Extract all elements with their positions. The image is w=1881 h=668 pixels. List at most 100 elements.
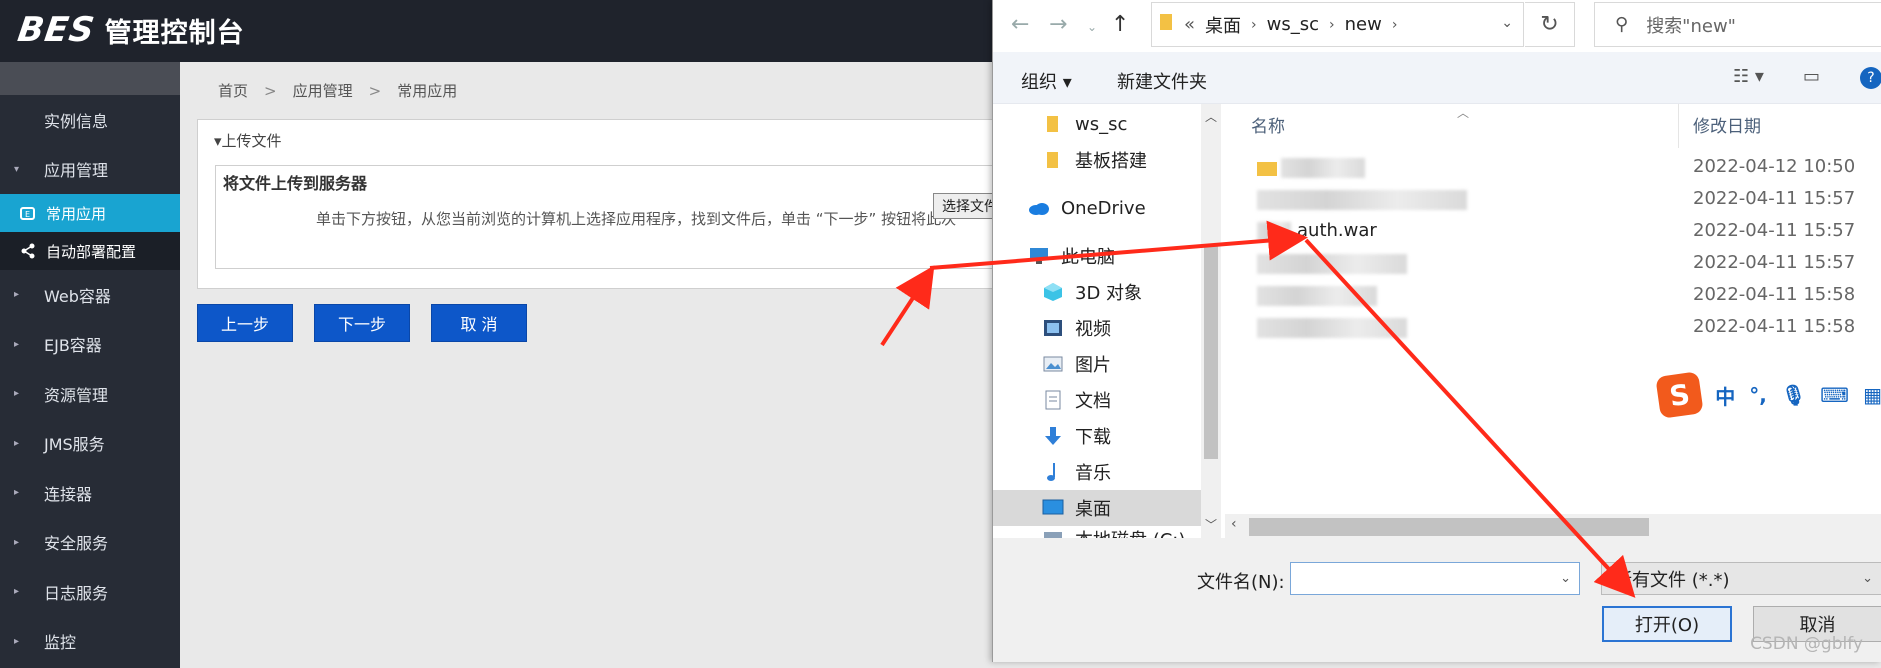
sidebar-item-label: 常用应用 (46, 204, 107, 223)
tree-scrollbar-thumb[interactable] (1204, 244, 1218, 459)
address-bar[interactable]: « 桌面 › ws_sc › new › ⌄ (1151, 2, 1524, 47)
file-row[interactable]: 2022-04-11 15:58 (1225, 312, 1881, 344)
upload-box: 将文件上传到服务器 单击下方按钮，从您当前浏览的计算机上选择应用程序，找到文件后… (215, 165, 1025, 269)
sidebar-item-ejb-container[interactable]: ▸ EJB容器 (0, 320, 180, 370)
chevron-up-icon[interactable]: ︿ (1205, 108, 1217, 125)
sidebar-item-label: EJB容器 (44, 336, 102, 356)
refresh-button[interactable]: ↻ (1525, 2, 1575, 47)
tree-item-substrate[interactable]: 基板搭建 (993, 142, 1201, 178)
tree-item-local-disk[interactable]: 本地磁盘 (C:) (993, 526, 1201, 538)
tree-item-videos[interactable]: 视频 (993, 310, 1201, 346)
tree-item-pictures[interactable]: 图片 (993, 346, 1201, 382)
column-header-name[interactable]: 名称 (1251, 112, 1285, 137)
filename-input[interactable]: ⌄ (1290, 562, 1580, 595)
back-arrow-icon[interactable]: ← (1011, 12, 1029, 37)
forward-arrow-icon[interactable]: → (1049, 12, 1067, 37)
sogou-logo-icon[interactable]: S (1655, 371, 1704, 419)
tree-item-onedrive[interactable]: OneDrive (993, 190, 1201, 226)
tree-item-label: 音乐 (1075, 463, 1111, 484)
chevron-right-icon[interactable]: › (1392, 17, 1398, 33)
redacted-filename (1257, 222, 1291, 242)
main-content: 首页 > 应用管理 > 常用应用 ▾上传文件 将文件上传到服务器 单击下方按钮，从您当前… (180, 62, 1025, 668)
tree-item-3d-objects[interactable]: 3D 对象 (993, 274, 1201, 310)
grid-icon[interactable]: ▦ (1863, 383, 1881, 407)
dialog-footer: 文件名(N): ⌄ 所有文件 (*.*) ⌄ 打开(O) 取消 (993, 538, 1881, 662)
breadcrumb-home[interactable]: 首页 (218, 82, 248, 100)
search-input[interactable]: ⚲ 搜索"new" (1594, 2, 1881, 47)
tree-item-documents[interactable]: 文档 (993, 382, 1201, 418)
file-modified-date: 2022-04-12 10:50 (1693, 156, 1856, 177)
microphone-icon[interactable]: 🎙 (1781, 383, 1806, 407)
preview-pane-icon[interactable]: ▭ (1803, 66, 1820, 87)
sort-ascending-icon: ︿ (1457, 106, 1470, 120)
file-row[interactable]: auth.war 2022-04-11 15:57 (1225, 216, 1881, 248)
open-button[interactable]: 打开(O) (1602, 606, 1732, 642)
caret-right-icon: ▸ (14, 289, 20, 301)
sidebar-item-label: Web容器 (44, 286, 111, 306)
chevron-right-icon[interactable]: › (1251, 17, 1257, 33)
sidebar-item-common-apps[interactable]: E 常用应用 (0, 194, 180, 232)
file-row[interactable]: 2022-04-11 15:58 (1225, 280, 1881, 312)
tree-item-music[interactable]: 音乐 (993, 454, 1201, 490)
column-divider[interactable] (1678, 104, 1679, 148)
keyboard-icon[interactable]: ⌨ (1820, 383, 1849, 407)
chevron-right-icon[interactable]: › (1329, 17, 1335, 33)
breadcrumb-app-management[interactable]: 应用管理 (293, 82, 353, 100)
address-crumb-ws-sc[interactable]: ws_sc (1267, 14, 1319, 35)
file-row[interactable]: 2022-04-12 10:50 (1225, 152, 1881, 184)
cancel-button[interactable]: 取 消 (431, 304, 527, 342)
chevron-down-icon[interactable]: ⌄ (1501, 15, 1513, 31)
sidebar-item-logging[interactable]: ▸ 日志服务 (0, 567, 180, 617)
caret-right-icon: ▸ (14, 338, 20, 350)
organize-menu[interactable]: 组织 ▾ (1021, 68, 1072, 94)
column-header-modified[interactable]: 修改日期 (1693, 112, 1761, 137)
prev-button[interactable]: 上一步 (197, 304, 293, 342)
upload-legend[interactable]: ▾上传文件 (214, 130, 282, 151)
file-list: 名称 ︿ 修改日期 2022-04-12 10:50 2022-04-11 15… (1225, 104, 1881, 514)
help-icon[interactable]: ? (1860, 67, 1881, 89)
address-crumb-new[interactable]: new (1345, 14, 1382, 35)
sidebar-item-web-container[interactable]: ▸ Web容器 (0, 270, 180, 320)
ime-mode[interactable]: 中 (1715, 381, 1735, 410)
address-crumb-desktop[interactable]: 桌面 (1205, 12, 1241, 38)
sidebar-item-auto-deploy[interactable]: 自动部署配置 (0, 232, 180, 270)
file-type-select[interactable]: 所有文件 (*.*) ⌄ (1601, 562, 1881, 595)
sidebar-item-security[interactable]: ▸ 安全服务 (0, 518, 180, 568)
sidebar-item-connectors[interactable]: ▸ 连接器 (0, 468, 180, 518)
recent-dropdown-icon[interactable]: ⌄ (1087, 20, 1097, 34)
file-list-hscrollbar[interactable]: ‹ (1225, 514, 1881, 538)
new-folder-button[interactable]: 新建文件夹 (1117, 68, 1207, 94)
upload-title: 将文件上传到服务器 (223, 174, 368, 193)
watermark: CSDN @gblfy (1750, 634, 1863, 654)
tree-item-label: 桌面 (1075, 499, 1111, 520)
address-overflow[interactable]: « (1184, 14, 1195, 35)
tree-item-this-pc[interactable]: 此电脑 (993, 238, 1201, 274)
ime-punctuation[interactable]: °, (1749, 383, 1767, 407)
sidebar-item-monitoring[interactable]: ▸ 监控 (0, 617, 180, 667)
up-arrow-icon[interactable]: ↑ (1111, 12, 1129, 37)
hscrollbar-thumb[interactable] (1249, 518, 1649, 536)
sidebar-item-label: JMS服务 (44, 435, 105, 455)
sidebar-item-instance-info[interactable]: 实例信息 (0, 95, 180, 145)
tree-item-label: ws_sc (1075, 113, 1128, 135)
tree-item-label: 3D 对象 (1075, 283, 1143, 304)
logo: BES 管理控制台 (15, 10, 245, 50)
chevron-down-icon[interactable]: ﹀ (1205, 516, 1217, 533)
dialog-toolbar: 组织 ▾ 新建文件夹 ☷ ▾ ▭ ? (993, 52, 1881, 104)
sidebar-item-jms[interactable]: ▸ JMS服务 (0, 419, 180, 469)
tree-item-label: 下载 (1075, 427, 1111, 448)
chevron-down-icon[interactable]: ⌄ (1560, 571, 1571, 586)
folder-icon (1041, 114, 1065, 134)
tree-item-downloads[interactable]: 下载 (993, 418, 1201, 454)
tree-scrollbar[interactable]: ︿ ﹀ (1201, 104, 1221, 538)
next-button[interactable]: 下一步 (314, 304, 410, 342)
file-row[interactable]: 2022-04-11 15:57 (1225, 184, 1881, 216)
chevron-left-icon[interactable]: ‹ (1231, 516, 1237, 532)
tree-item-desktop[interactable]: 桌面 (993, 490, 1201, 526)
sidebar-item-app-management[interactable]: ▾ 应用管理 (0, 145, 180, 195)
share-icon (18, 241, 38, 261)
file-row[interactable]: 2022-04-11 15:57 (1225, 248, 1881, 280)
sidebar-item-resources[interactable]: ▸ 资源管理 (0, 369, 180, 419)
tree-item-ws-sc[interactable]: ws_sc (993, 106, 1201, 142)
view-options-icon[interactable]: ☷ ▾ (1733, 66, 1764, 87)
